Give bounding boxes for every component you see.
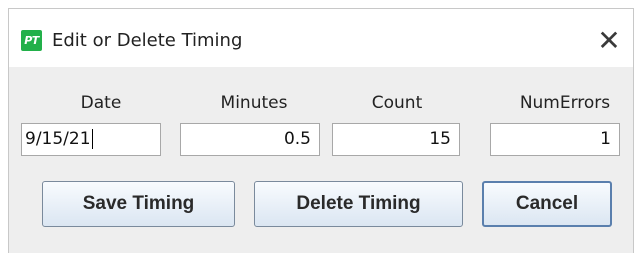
dialog-title: Edit or Delete Timing: [52, 30, 243, 51]
title-bar[interactable]: PT Edit or Delete Timing ✕: [9, 9, 633, 67]
app-logo-icon: PT: [21, 30, 42, 51]
save-timing-button[interactable]: Save Timing: [42, 181, 235, 227]
num-errors-label: NumErrors: [519, 93, 611, 113]
edit-timing-dialog: PT Edit or Delete Timing ✕ Date Minutes …: [8, 8, 634, 253]
date-value: 9/15/21: [25, 129, 91, 149]
delete-timing-button[interactable]: Delete Timing: [254, 181, 463, 227]
minutes-label: Minutes: [220, 93, 288, 113]
minutes-field[interactable]: 0.5: [180, 123, 320, 156]
cancel-button[interactable]: Cancel: [482, 181, 612, 227]
count-label: Count: [371, 93, 423, 113]
num-errors-field[interactable]: 1: [490, 123, 620, 156]
count-field[interactable]: 15: [332, 123, 460, 156]
text-cursor: [91, 129, 93, 149]
close-icon[interactable]: ✕: [591, 23, 627, 59]
date-field[interactable]: 9/15/21: [21, 123, 161, 156]
date-label: Date: [80, 93, 122, 113]
